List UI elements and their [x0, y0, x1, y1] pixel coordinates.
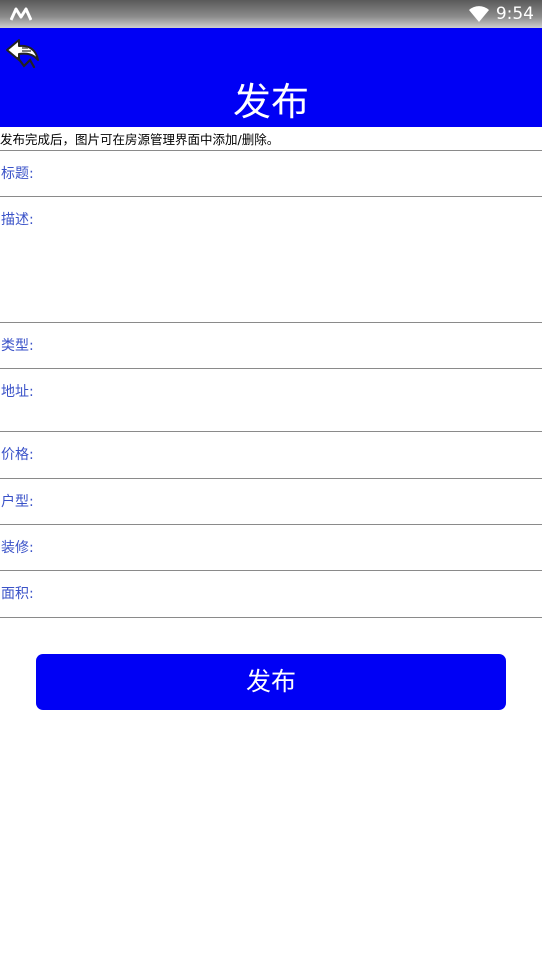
area-label: 面积:	[1, 586, 34, 602]
status-bar: 9:54	[0, 0, 542, 28]
address-label: 地址:	[1, 384, 34, 400]
address-input[interactable]	[42, 375, 538, 427]
publish-notice: 发布完成后，图片可在房源管理界面中添加/删除。	[0, 132, 280, 147]
status-icons: 9:54	[468, 3, 534, 25]
description-field: 描述:	[0, 197, 542, 323]
title-field: 标题:	[0, 151, 542, 197]
back-button[interactable]	[4, 36, 42, 70]
type-field: 类型:	[0, 323, 542, 369]
decoration-field: 装修:	[0, 525, 542, 571]
title-label: 标题:	[1, 166, 34, 182]
status-time: 9:54	[495, 4, 534, 24]
area-field: 面积:	[0, 571, 542, 618]
m-logo-icon	[10, 7, 32, 21]
decoration-label: 装修:	[1, 540, 34, 556]
layout-input[interactable]	[42, 485, 538, 520]
description-input[interactable]	[42, 203, 538, 318]
layout-label: 户型:	[1, 494, 34, 510]
decoration-input[interactable]	[42, 531, 538, 566]
layout-field: 户型:	[0, 479, 542, 525]
back-arrow-icon	[6, 39, 39, 69]
address-field: 地址:	[0, 369, 542, 432]
description-label: 描述:	[1, 212, 34, 228]
price-label: 价格:	[1, 447, 34, 463]
type-label: 类型:	[1, 338, 34, 354]
page-title: 发布	[232, 80, 309, 124]
area-input[interactable]	[42, 577, 538, 613]
type-input[interactable]	[42, 329, 538, 364]
publish-button[interactable]: 发布	[36, 654, 506, 710]
title-input[interactable]	[42, 157, 538, 192]
wifi-icon	[468, 6, 489, 22]
app-header: 发布	[0, 28, 542, 127]
price-field: 价格:	[0, 432, 542, 479]
price-input[interactable]	[42, 438, 538, 474]
